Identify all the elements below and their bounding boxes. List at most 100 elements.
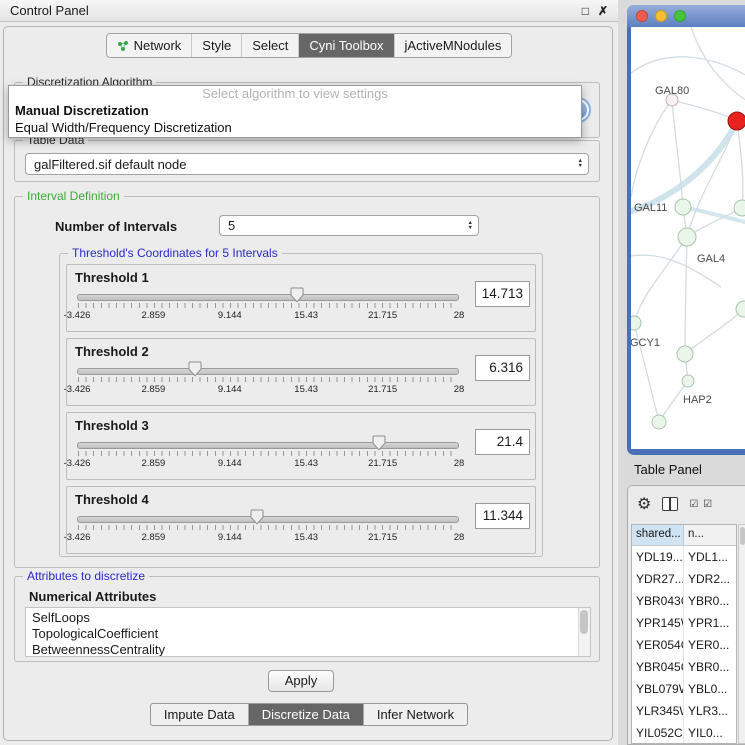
tab-impute-data[interactable]: Impute Data: [151, 704, 248, 725]
cell[interactable]: YER0...: [684, 634, 736, 656]
table-row[interactable]: YBR043CYBR0...: [632, 590, 736, 612]
tab-jactivemnodules[interactable]: jActiveMNodules: [394, 34, 512, 57]
cell[interactable]: YDR2...: [684, 568, 736, 590]
slider-track[interactable]: [77, 516, 459, 523]
column-header-shared-name[interactable]: shared...: [632, 525, 684, 545]
table-row[interactable]: YPR145WYPR1...: [632, 612, 736, 634]
threshold-value-field[interactable]: 11.344: [475, 503, 530, 529]
table-row[interactable]: YDL19...YDL1...: [632, 546, 736, 568]
scale-label: 15.43: [294, 310, 318, 321]
table-header-row: shared... n...: [632, 525, 736, 546]
network-node-selected[interactable]: [728, 112, 745, 130]
cell[interactable]: YPR145W: [632, 612, 684, 634]
cell[interactable]: YBR043C: [632, 590, 684, 612]
cell[interactable]: YIL052C: [632, 722, 684, 744]
node-table: shared... n... YDL19...YDL1... YDR27...Y…: [631, 524, 737, 744]
tab-network[interactable]: Network: [107, 34, 192, 57]
scale-label: 15.43: [294, 532, 318, 543]
slider-thumb[interactable]: [250, 509, 264, 525]
float-window-icon[interactable]: □: [582, 4, 589, 18]
attributes-group: Attributes to discretize Numerical Attri…: [14, 576, 600, 662]
node-label: GAL4: [697, 253, 725, 265]
network-node[interactable]: [678, 228, 696, 246]
table-row[interactable]: YIL052CYIL0...: [632, 722, 736, 744]
network-node[interactable]: [652, 415, 666, 429]
slider-track[interactable]: [77, 368, 459, 375]
table-row[interactable]: YLR345WYLR3...: [632, 700, 736, 722]
tab-cyni-toolbox[interactable]: Cyni Toolbox: [298, 34, 393, 57]
cell[interactable]: YDL19...: [632, 546, 684, 568]
network-node[interactable]: [677, 346, 693, 362]
slider-track[interactable]: [77, 442, 459, 449]
scrollbar-thumb[interactable]: [740, 527, 745, 545]
threshold-slider[interactable]: -3.426 2.859 9.144 15.43 21.715 28: [77, 285, 459, 327]
cell[interactable]: YBL0...: [684, 678, 736, 700]
dropdown-option-equal-width[interactable]: Equal Width/Frequency Discretization: [9, 119, 581, 136]
network-node[interactable]: [734, 200, 745, 216]
cell[interactable]: YDR27...: [632, 568, 684, 590]
network-canvas[interactable]: GAL80 GAL11 GAL4 GCY1 HAP2: [631, 27, 745, 449]
scale-label: 15.43: [294, 384, 318, 395]
cell[interactable]: YBR0...: [684, 656, 736, 678]
threshold-slider[interactable]: -3.426 2.859 9.144 15.43 21.715 28: [77, 433, 459, 475]
cell[interactable]: YBR045C: [632, 656, 684, 678]
bottom-tab-bar: Impute Data Discretize Data Infer Networ…: [0, 703, 618, 726]
threshold-value-field[interactable]: 14.713: [475, 281, 530, 307]
node-label: GCY1: [631, 337, 660, 349]
tab-select[interactable]: Select: [241, 34, 298, 57]
scrollbar-thumb[interactable]: [580, 610, 588, 634]
cell[interactable]: YBL079W: [632, 678, 684, 700]
cell[interactable]: YLR3...: [684, 700, 736, 722]
cell[interactable]: YER054C: [632, 634, 684, 656]
cell[interactable]: YBR0...: [684, 590, 736, 612]
select-rows-icons[interactable]: ☑ ☑: [689, 499, 713, 510]
table-scrollbar[interactable]: [738, 524, 745, 744]
table-row[interactable]: YBR045CYBR0...: [632, 656, 736, 678]
network-node[interactable]: [631, 316, 641, 330]
slider-track[interactable]: [77, 294, 459, 301]
network-node[interactable]: [682, 375, 694, 387]
cell[interactable]: YLR345W: [632, 700, 684, 722]
settings-gear-icon[interactable]: ⚙: [637, 494, 651, 514]
cell[interactable]: YIL0...: [684, 722, 736, 744]
node-label: HAP2: [683, 394, 712, 406]
network-window-titlebar[interactable]: [627, 5, 745, 27]
table-row[interactable]: YER054CYER0...: [632, 634, 736, 656]
slider-thumb[interactable]: [372, 435, 386, 451]
network-node[interactable]: [675, 199, 691, 215]
slider-thumb[interactable]: [290, 287, 304, 303]
cell[interactable]: YPR1...: [684, 612, 736, 634]
slider-ticks: [78, 377, 458, 382]
threshold-3-panel: Threshold 3 21.4 -3.426 2.859 9.144 15.4…: [66, 412, 536, 480]
dropdown-placeholder-item[interactable]: Select algorithm to view settings: [9, 86, 581, 102]
close-traffic-light-icon[interactable]: [636, 10, 648, 22]
tab-discretize-data[interactable]: Discretize Data: [248, 704, 363, 725]
tab-style[interactable]: Style: [191, 34, 241, 57]
list-item[interactable]: TopologicalCoefficient: [26, 626, 590, 642]
table-row[interactable]: YDR27...YDR2...: [632, 568, 736, 590]
list-item[interactable]: SelfLoops: [26, 610, 590, 626]
number-of-intervals-combobox[interactable]: 5 ▲▼: [219, 215, 479, 236]
threshold-slider[interactable]: -3.426 2.859 9.144 15.43 21.715 28: [77, 359, 459, 401]
tab-label: Style: [202, 38, 231, 53]
column-header-name[interactable]: n...: [684, 525, 736, 545]
threshold-slider[interactable]: -3.426 2.859 9.144 15.43 21.715 28: [77, 507, 459, 549]
slider-ticks: [78, 303, 458, 308]
table-data-combobox[interactable]: galFiltered.sif default node ▲▼: [25, 153, 589, 175]
slider-thumb[interactable]: [188, 361, 202, 377]
dropdown-option-manual-discretization[interactable]: Manual Discretization: [9, 102, 581, 119]
table-row[interactable]: YBL079WYBL0...: [632, 678, 736, 700]
zoom-traffic-light-icon[interactable]: [674, 10, 686, 22]
close-icon[interactable]: ✗: [598, 4, 608, 18]
list-item[interactable]: BetweennessCentrality: [26, 642, 590, 657]
cell[interactable]: YDL1...: [684, 546, 736, 568]
threshold-value-field[interactable]: 6.316: [475, 355, 530, 381]
tab-infer-network[interactable]: Infer Network: [363, 704, 467, 725]
attributes-list[interactable]: SelfLoops TopologicalCoefficient Between…: [25, 607, 591, 657]
minimize-traffic-light-icon[interactable]: [655, 10, 667, 22]
threshold-4-panel: Threshold 4 11.344 -3.426 2.859 9.144 15…: [66, 486, 536, 554]
columns-icon[interactable]: [662, 497, 678, 511]
apply-button[interactable]: Apply: [268, 670, 334, 692]
threshold-value-field[interactable]: 21.4: [475, 429, 530, 455]
list-scrollbar[interactable]: [578, 608, 590, 656]
